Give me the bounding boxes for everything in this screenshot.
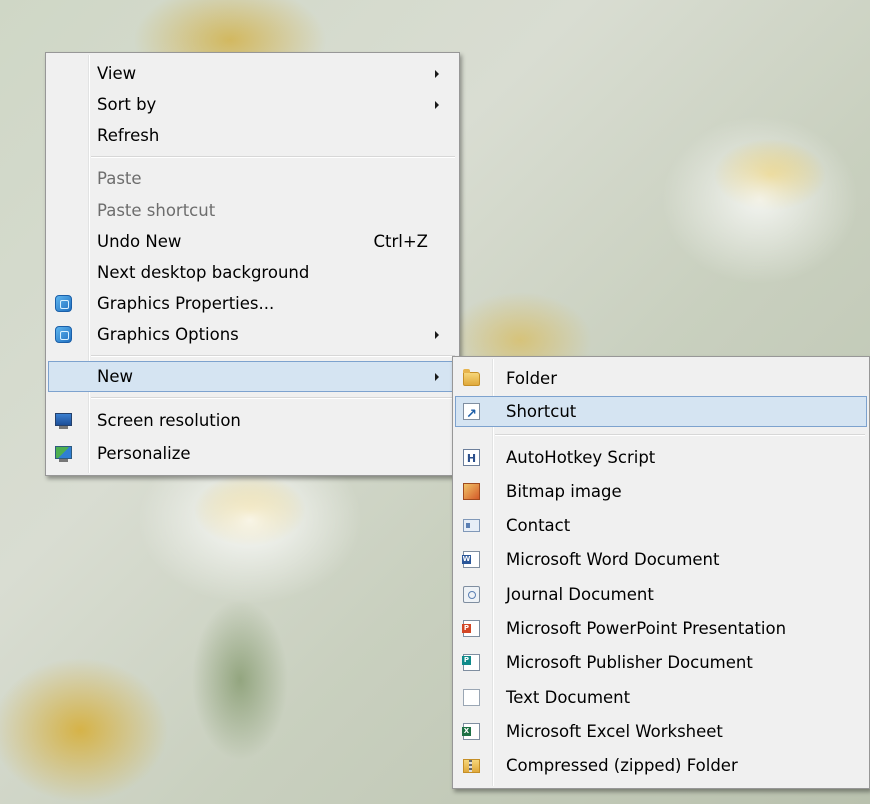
desktop-context-menu: View Sort by Refresh Paste Paste shortcu… [45, 52, 460, 476]
zip-folder-icon [463, 759, 480, 773]
powerpoint-presentation-icon [462, 620, 480, 637]
menu-item-sort-by[interactable]: Sort by [48, 89, 457, 120]
submenu-arrow-icon [435, 373, 439, 381]
new-item-publisher-document[interactable]: Microsoft Publisher Document [455, 647, 867, 678]
text-document-icon [463, 689, 480, 706]
autohotkey-script-icon [463, 444, 480, 473]
submenu-arrow-icon [435, 70, 439, 78]
graphics-icon [55, 326, 72, 343]
menu-separator [495, 434, 865, 436]
graphics-icon [55, 295, 72, 312]
excel-worksheet-icon [462, 723, 480, 740]
menu-item-graphics-properties[interactable]: Graphics Properties... [48, 288, 457, 319]
new-item-powerpoint-presentation[interactable]: Microsoft PowerPoint Presentation [455, 613, 867, 644]
submenu-arrow-icon [435, 331, 439, 339]
shortcut-icon [463, 400, 480, 429]
keyboard-shortcut: Ctrl+Z [373, 232, 429, 251]
new-submenu: Folder Shortcut AutoHotkey Script Bitmap… [452, 356, 870, 789]
menu-item-view[interactable]: View [48, 58, 457, 89]
menu-item-label: Microsoft Excel Worksheet [506, 722, 723, 741]
menu-item-label: Bitmap image [506, 482, 622, 501]
menu-separator [91, 156, 455, 158]
journal-document-icon [463, 586, 480, 603]
bitmap-image-icon [463, 483, 480, 500]
word-document-icon [462, 551, 480, 568]
menu-separator [91, 355, 455, 357]
new-item-text-document[interactable]: Text Document [455, 682, 867, 713]
new-item-compressed-folder[interactable]: Compressed (zipped) Folder [455, 750, 867, 781]
menu-item-label: Text Document [506, 688, 631, 707]
new-item-folder[interactable]: Folder [455, 363, 867, 394]
menu-separator [91, 397, 455, 399]
new-item-contact[interactable]: Contact [455, 510, 867, 541]
menu-item-label: Refresh [97, 126, 160, 145]
menu-item-label: Shortcut [506, 402, 577, 421]
menu-item-personalize[interactable]: Personalize [48, 438, 457, 469]
menu-item-label: Paste [97, 169, 142, 188]
menu-item-label: Journal Document [506, 585, 654, 604]
publisher-document-icon [462, 654, 480, 671]
menu-item-label: View [97, 64, 137, 83]
new-item-word-document[interactable]: Microsoft Word Document [455, 544, 867, 575]
menu-item-label: Microsoft Word Document [506, 550, 720, 569]
menu-item-next-desktop-background[interactable]: Next desktop background [48, 257, 457, 288]
menu-item-label: Graphics Options [97, 325, 239, 344]
menu-item-label: Sort by [97, 95, 157, 114]
menu-item-label: Next desktop background [97, 263, 310, 282]
menu-item-label: Microsoft Publisher Document [506, 653, 753, 672]
new-item-bitmap-image[interactable]: Bitmap image [455, 476, 867, 507]
desktop-wallpaper[interactable]: View Sort by Refresh Paste Paste shortcu… [0, 0, 870, 804]
screen-resolution-icon [55, 413, 72, 429]
menu-item-label: Microsoft PowerPoint Presentation [506, 619, 787, 638]
submenu-arrow-icon [435, 101, 439, 109]
menu-item-new[interactable]: New [48, 361, 457, 392]
menu-item-label: New [97, 367, 133, 386]
menu-item-label: Personalize [97, 444, 191, 463]
menu-item-label: Undo New [97, 232, 182, 251]
new-item-shortcut[interactable]: Shortcut [455, 396, 867, 429]
menu-item-screen-resolution[interactable]: Screen resolution [48, 405, 457, 436]
folder-icon [463, 369, 480, 386]
menu-item-label: Folder [506, 369, 557, 388]
new-item-autohotkey-script[interactable]: AutoHotkey Script [455, 442, 867, 473]
new-item-excel-worksheet[interactable]: Microsoft Excel Worksheet [455, 716, 867, 747]
personalize-icon [55, 446, 72, 462]
menu-item-undo-new[interactable]: Undo New Ctrl+Z [48, 226, 457, 257]
menu-item-paste[interactable]: Paste [48, 163, 457, 194]
menu-item-label: Contact [506, 516, 571, 535]
menu-item-paste-shortcut[interactable]: Paste shortcut [48, 195, 457, 226]
menu-item-label: Screen resolution [97, 411, 241, 430]
contact-icon [463, 519, 480, 532]
menu-item-label: Graphics Properties... [97, 294, 275, 313]
new-item-journal-document[interactable]: Journal Document [455, 579, 867, 610]
menu-item-refresh[interactable]: Refresh [48, 120, 457, 151]
menu-item-label: Compressed (zipped) Folder [506, 756, 738, 775]
menu-item-label: AutoHotkey Script [506, 448, 656, 467]
menu-item-label: Paste shortcut [97, 201, 216, 220]
menu-item-graphics-options[interactable]: Graphics Options [48, 319, 457, 350]
